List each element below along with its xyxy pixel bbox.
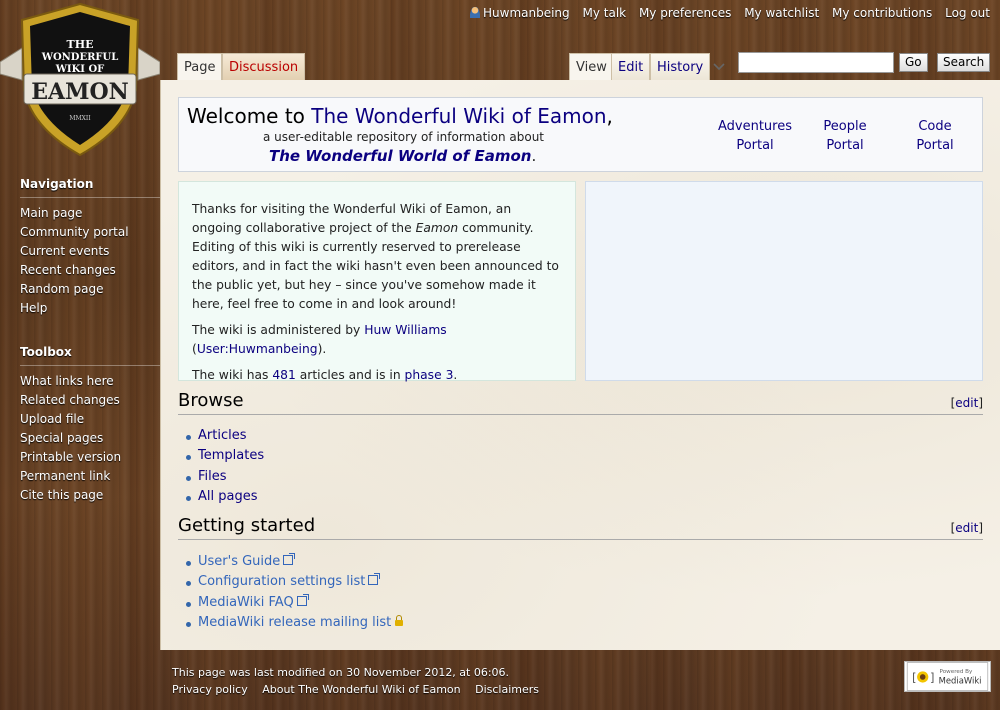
nav-random-page[interactable]: Random page (20, 282, 103, 296)
navigation-portlet: Navigation Main page Community portal Cu… (20, 177, 160, 318)
browse-all-pages-link[interactable]: All pages (198, 489, 258, 504)
my-watchlist-link[interactable]: My watchlist (744, 6, 819, 20)
nav-community-portal[interactable]: Community portal (20, 225, 129, 239)
list-item: Configuration settings list (186, 572, 403, 592)
getting-started-edit: [edit] (950, 521, 983, 535)
tool-special-pages[interactable]: Special pages (20, 431, 103, 445)
intro-paragraph-2: The wiki is administered by Huw Williams… (192, 323, 447, 356)
users-guide-link[interactable]: User's Guide (198, 554, 280, 569)
privacy-policy-link[interactable]: Privacy policy (172, 683, 248, 696)
logo-line-1: THE (67, 38, 94, 51)
nav-help[interactable]: Help (20, 301, 47, 315)
logo-year: MMXII (69, 115, 91, 122)
tab-edit[interactable]: Edit (611, 53, 651, 81)
about-link[interactable]: About The Wonderful Wiki of Eamon (262, 683, 460, 696)
tab-discussion[interactable]: Discussion (222, 53, 306, 81)
list-item: Templates (186, 446, 264, 466)
powered-by-label: Powered By (940, 669, 973, 675)
intro-paragraph-3: The wiki has 481 articles and is in phas… (192, 368, 458, 382)
browse-edit: [edit] (950, 396, 983, 410)
welcome-title: Welcome to The Wonderful Wiki of Eamon, (187, 104, 613, 128)
admin-link[interactable]: Huw Williams (364, 323, 446, 337)
svg-text:[: [ (911, 672, 918, 685)
wiki-logo[interactable]: THE WONDERFUL WIKI OF EAMON MMXII (0, 0, 160, 160)
nav-recent-changes[interactable]: Recent changes (20, 263, 116, 277)
phase-link[interactable]: phase 3 (405, 368, 454, 382)
getting-started-list: User's Guide Configuration settings list… (186, 552, 404, 633)
my-preferences-link[interactable]: My preferences (639, 6, 731, 20)
nav-current-events[interactable]: Current events (20, 244, 109, 258)
external-link-icon (296, 593, 309, 606)
admin-user-link[interactable]: User:Huwmanbeing (197, 342, 318, 356)
welcome-banner: Welcome to The Wonderful Wiki of Eamon, … (178, 97, 983, 172)
logo-title: EAMON (31, 79, 128, 105)
people-portal-link[interactable]: People Portal (805, 117, 885, 155)
logo-line-2: WONDERFUL (41, 52, 119, 63)
navigation-heading: Navigation (20, 177, 160, 198)
getting-started-heading: Getting started [edit] (178, 515, 983, 540)
user-icon (470, 7, 480, 18)
powered-by-mediawiki-badge[interactable]: [ ] Powered By MediaWiki (904, 661, 991, 692)
article-count-link[interactable]: 481 (272, 368, 295, 382)
user-link[interactable]: Huwmanbeing (470, 6, 570, 20)
go-button[interactable]: Go (899, 53, 928, 72)
code-portal-link[interactable]: Code Portal (895, 117, 975, 155)
search-button[interactable]: Search (937, 53, 991, 72)
last-modified-text: This page was last modified on 30 Novemb… (172, 666, 510, 679)
toolbox-portlet: Toolbox What links here Related changes … (20, 345, 160, 505)
tool-upload-file[interactable]: Upload file (20, 412, 84, 426)
tool-permanent-link[interactable]: Permanent link (20, 469, 110, 483)
my-talk-link[interactable]: My talk (582, 6, 626, 20)
log-out-link[interactable]: Log out (945, 6, 990, 20)
mediawiki-faq-link[interactable]: MediaWiki FAQ (198, 595, 294, 610)
svg-text:]: ] (929, 672, 936, 685)
list-item: All pages (186, 487, 264, 507)
adventures-portal-link[interactable]: Adventures Portal (715, 117, 795, 155)
list-item: User's Guide (186, 552, 403, 572)
featured-box (585, 181, 983, 381)
toolbox-heading: Toolbox (20, 345, 160, 366)
tab-page[interactable]: Page (177, 53, 223, 83)
footer-links: Privacy policy About The Wonderful Wiki … (172, 683, 550, 696)
world-title: The Wonderful World of Eamon. (269, 147, 537, 165)
wiki-name-link[interactable]: The Wonderful Wiki of Eamon (311, 104, 606, 128)
tab-view[interactable]: View (569, 53, 614, 83)
browse-templates-link[interactable]: Templates (198, 448, 264, 463)
external-link-icon (368, 573, 381, 586)
world-link[interactable]: The Wonderful World of Eamon (269, 147, 531, 165)
tool-related-changes[interactable]: Related changes (20, 393, 120, 407)
my-contributions-link[interactable]: My contributions (832, 6, 932, 20)
intro-paragraph-1: Thanks for visiting the Wonderful Wiki o… (192, 202, 559, 311)
content-area: Welcome to The Wonderful Wiki of Eamon, … (160, 80, 1000, 650)
tool-what-links-here[interactable]: What links here (20, 374, 114, 388)
welcome-subtitle: a user-editable repository of informatio… (263, 130, 545, 144)
nav-main-page[interactable]: Main page (20, 206, 82, 220)
browse-heading: Browse [edit] (178, 390, 983, 415)
lock-icon (395, 614, 404, 626)
tab-history[interactable]: History (650, 53, 711, 81)
external-link-icon (283, 553, 296, 565)
personal-tools: Huwmanbeing My talk My preferences My wa… (461, 6, 990, 20)
tool-printable-version[interactable]: Printable version (20, 450, 121, 464)
tool-cite-this-page[interactable]: Cite this page (20, 488, 103, 502)
getting-started-edit-link[interactable]: edit (955, 521, 978, 535)
intro-box: Thanks for visiting the Wonderful Wiki o… (178, 181, 576, 382)
mediawiki-label: MediaWiki (939, 676, 982, 686)
list-item: MediaWiki FAQ (186, 593, 403, 613)
list-item: Files (186, 467, 264, 487)
search-input[interactable] (738, 52, 894, 73)
list-item: MediaWiki release mailing list (186, 613, 404, 633)
browse-files-link[interactable]: Files (198, 469, 227, 484)
config-settings-link[interactable]: Configuration settings list (198, 574, 365, 589)
list-item: Articles (186, 426, 264, 446)
logo-line-3: WIKI OF (55, 64, 105, 75)
browse-articles-link[interactable]: Articles (198, 428, 246, 443)
browse-edit-link[interactable]: edit (955, 396, 978, 410)
more-actions-icon[interactable] (708, 53, 730, 81)
browse-list: Articles Templates Files All pages (186, 426, 264, 507)
disclaimers-link[interactable]: Disclaimers (475, 683, 539, 696)
mailing-list-link[interactable]: MediaWiki release mailing list (198, 615, 391, 630)
